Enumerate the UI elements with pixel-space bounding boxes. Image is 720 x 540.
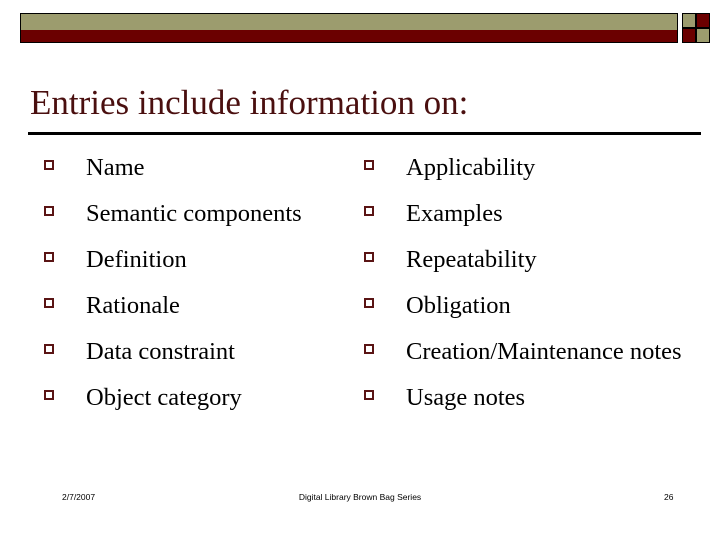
square-bullet-icon (44, 206, 54, 216)
list-item: Rationale (40, 286, 350, 326)
footer-page-number: 26 (664, 492, 674, 502)
checker-cell-top-right (696, 13, 710, 28)
list-item-label: Obligation (406, 292, 511, 319)
checker-cell-top-left (682, 13, 696, 28)
square-bullet-icon (44, 252, 54, 262)
list-item: Data constraint (40, 332, 350, 372)
list-item-label: Semantic components (86, 200, 302, 227)
square-bullet-icon (364, 298, 374, 308)
list-item: Definition (40, 240, 350, 280)
page-title: Entries include information on: (30, 83, 469, 122)
list-item-label: Definition (86, 246, 187, 273)
list-item-label: Object category (86, 384, 242, 411)
list-item-label: Applicability (406, 154, 536, 181)
banner-band-tan (21, 14, 677, 30)
title-divider (28, 132, 701, 135)
square-bullet-icon (44, 160, 54, 170)
footer-series-title: Digital Library Brown Bag Series (298, 492, 422, 502)
list-item: Creation/Maintenance notes (360, 332, 690, 372)
list-item-label: Rationale (86, 292, 180, 319)
square-bullet-icon (364, 206, 374, 216)
list-item-label: Data constraint (86, 338, 235, 365)
list-item-label: Examples (406, 200, 503, 227)
slide-footer: 2/7/2007 Digital Library Brown Bag Serie… (0, 492, 720, 512)
list-item-label: Repeatability (406, 246, 537, 273)
bullet-column-right: Applicability Examples Repeatability Obl… (360, 148, 690, 424)
banner-band-red (21, 30, 677, 42)
list-item-label: Name (86, 154, 145, 181)
square-bullet-icon (44, 344, 54, 354)
banner-bars (20, 13, 678, 43)
checker-cell-bottom-left (682, 28, 696, 43)
checker-cell-bottom-right (696, 28, 710, 43)
list-item: Object category (40, 378, 350, 418)
list-item: Name (40, 148, 350, 188)
square-bullet-icon (44, 298, 54, 308)
list-item: Examples (360, 194, 690, 234)
list-item: Repeatability (360, 240, 690, 280)
banner-checker-block (682, 13, 710, 43)
square-bullet-icon (364, 390, 374, 400)
bullet-column-left: Name Semantic components Definition Rati… (40, 148, 350, 424)
square-bullet-icon (364, 160, 374, 170)
list-item-label: Usage notes (406, 384, 526, 411)
slide-header-banner (20, 13, 710, 43)
list-item: Obligation (360, 286, 690, 326)
list-item: Applicability (360, 148, 690, 188)
square-bullet-icon (364, 252, 374, 262)
square-bullet-icon (364, 344, 374, 354)
list-item-label: Creation/Maintenance notes (406, 338, 682, 365)
list-item: Usage notes (360, 378, 690, 418)
bullet-columns: Name Semantic components Definition Rati… (0, 148, 720, 468)
list-item: Semantic components (40, 194, 350, 234)
square-bullet-icon (44, 390, 54, 400)
